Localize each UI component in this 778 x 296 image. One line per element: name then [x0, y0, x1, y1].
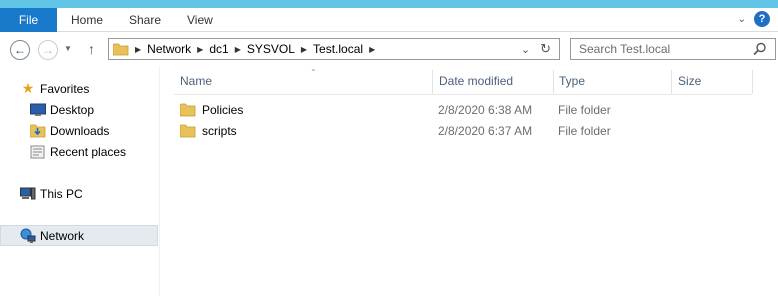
breadcrumb-sysvol[interactable]: SYSVOL — [247, 42, 295, 56]
navigation-pane: ★ Favorites Desktop Downloads Recent pla… — [0, 66, 160, 296]
search-input[interactable]: Search Test.local — [570, 38, 776, 60]
expand-ribbon-chevron-icon[interactable]: ⌄ — [738, 14, 746, 25]
file-name-cell: scripts — [180, 121, 237, 141]
type-cell: File folder — [558, 124, 611, 138]
recent-places-icon — [30, 144, 46, 160]
breadcrumb-separator-icon[interactable]: ▶ — [369, 45, 375, 54]
up-arrow-icon[interactable]: ↑ — [88, 41, 95, 57]
back-button[interactable]: ← — [10, 40, 30, 60]
window-title-strip — [0, 0, 778, 8]
folder-icon — [180, 103, 196, 117]
column-header-date-modified[interactable]: Date modified — [433, 70, 553, 92]
column-divider[interactable] — [752, 70, 753, 94]
navigation-bar: ← → ▼ ↑ ▶ Network ▶ dc1 ▶ SYSVOL ▶ Test.… — [0, 33, 778, 65]
breadcrumb-separator-icon[interactable]: ▶ — [197, 45, 203, 54]
breadcrumb-separator-icon[interactable]: ▶ — [235, 45, 241, 54]
address-bar[interactable]: ▶ Network ▶ dc1 ▶ SYSVOL ▶ Test.local ▶ … — [108, 38, 560, 60]
sidebar-item-network[interactable]: Network — [0, 225, 158, 246]
refresh-icon[interactable]: ↻ — [540, 41, 551, 57]
folder-icon — [180, 124, 196, 138]
table-row[interactable]: Policies 2/8/2020 6:38 AM File folder — [174, 100, 752, 120]
type-cell: File folder — [558, 103, 611, 117]
sidebar-item-label: Network — [40, 228, 85, 243]
search-placeholder: Search Test.local — [579, 42, 671, 56]
ribbon-controls: ⌄ ? — [738, 11, 770, 27]
sidebar-item-label: Desktop — [50, 102, 95, 117]
folder-icon — [113, 43, 129, 55]
tab-view[interactable]: View — [187, 8, 213, 32]
sidebar-item-label: This PC — [40, 186, 83, 201]
forward-arrow-icon: → — [42, 43, 54, 57]
sidebar-item-label: Downloads — [50, 123, 110, 138]
file-name-cell: Policies — [180, 100, 243, 120]
file-name: scripts — [202, 124, 237, 138]
computer-icon — [20, 186, 36, 202]
header-divider — [174, 94, 752, 95]
date-modified-cell: 2/8/2020 6:37 AM — [438, 124, 533, 138]
search-icon[interactable] — [753, 42, 767, 56]
date-modified-cell: 2/8/2020 6:38 AM — [438, 103, 533, 117]
address-history-chevron-icon[interactable]: ⌄ — [521, 43, 530, 56]
tab-share[interactable]: Share — [129, 8, 161, 32]
file-list: ⌃ Name Date modified Type Size Policies … — [160, 66, 778, 296]
tab-file[interactable]: File — [0, 8, 57, 32]
breadcrumb-dc1[interactable]: dc1 — [209, 42, 228, 56]
recent-locations-chevron-icon[interactable]: ▼ — [64, 44, 72, 53]
desktop-icon — [30, 102, 46, 118]
sidebar-item-label: Favorites — [40, 81, 90, 96]
table-row[interactable]: scripts 2/8/2020 6:37 AM File folder — [174, 121, 752, 141]
column-header-type[interactable]: Type — [553, 70, 671, 92]
file-name: Policies — [202, 103, 244, 117]
sidebar-item-label: Recent places — [50, 144, 127, 159]
breadcrumb-network[interactable]: Network — [147, 42, 191, 56]
downloads-icon — [30, 123, 46, 139]
breadcrumb-separator-icon[interactable]: ▶ — [301, 45, 307, 54]
ribbon-tabs: File Home Share View ⌄ ? — [0, 8, 778, 32]
network-icon — [20, 228, 36, 244]
star-icon: ★ — [21, 80, 35, 96]
help-icon[interactable]: ? — [754, 11, 770, 27]
column-header-name[interactable]: Name — [174, 70, 432, 92]
tab-home[interactable]: Home — [71, 8, 103, 32]
sidebar-item-this-pc[interactable]: This PC — [20, 183, 178, 204]
breadcrumb-test-local[interactable]: Test.local — [313, 42, 363, 56]
forward-button[interactable]: → — [38, 40, 58, 60]
breadcrumb-separator-icon[interactable]: ▶ — [135, 45, 141, 54]
address-bar-controls: ⌄ ↻ — [521, 39, 559, 59]
sidebar-item-favorites[interactable]: ★ Favorites — [20, 78, 178, 99]
back-arrow-icon: ← — [14, 43, 26, 57]
column-header-size[interactable]: Size — [672, 70, 752, 92]
